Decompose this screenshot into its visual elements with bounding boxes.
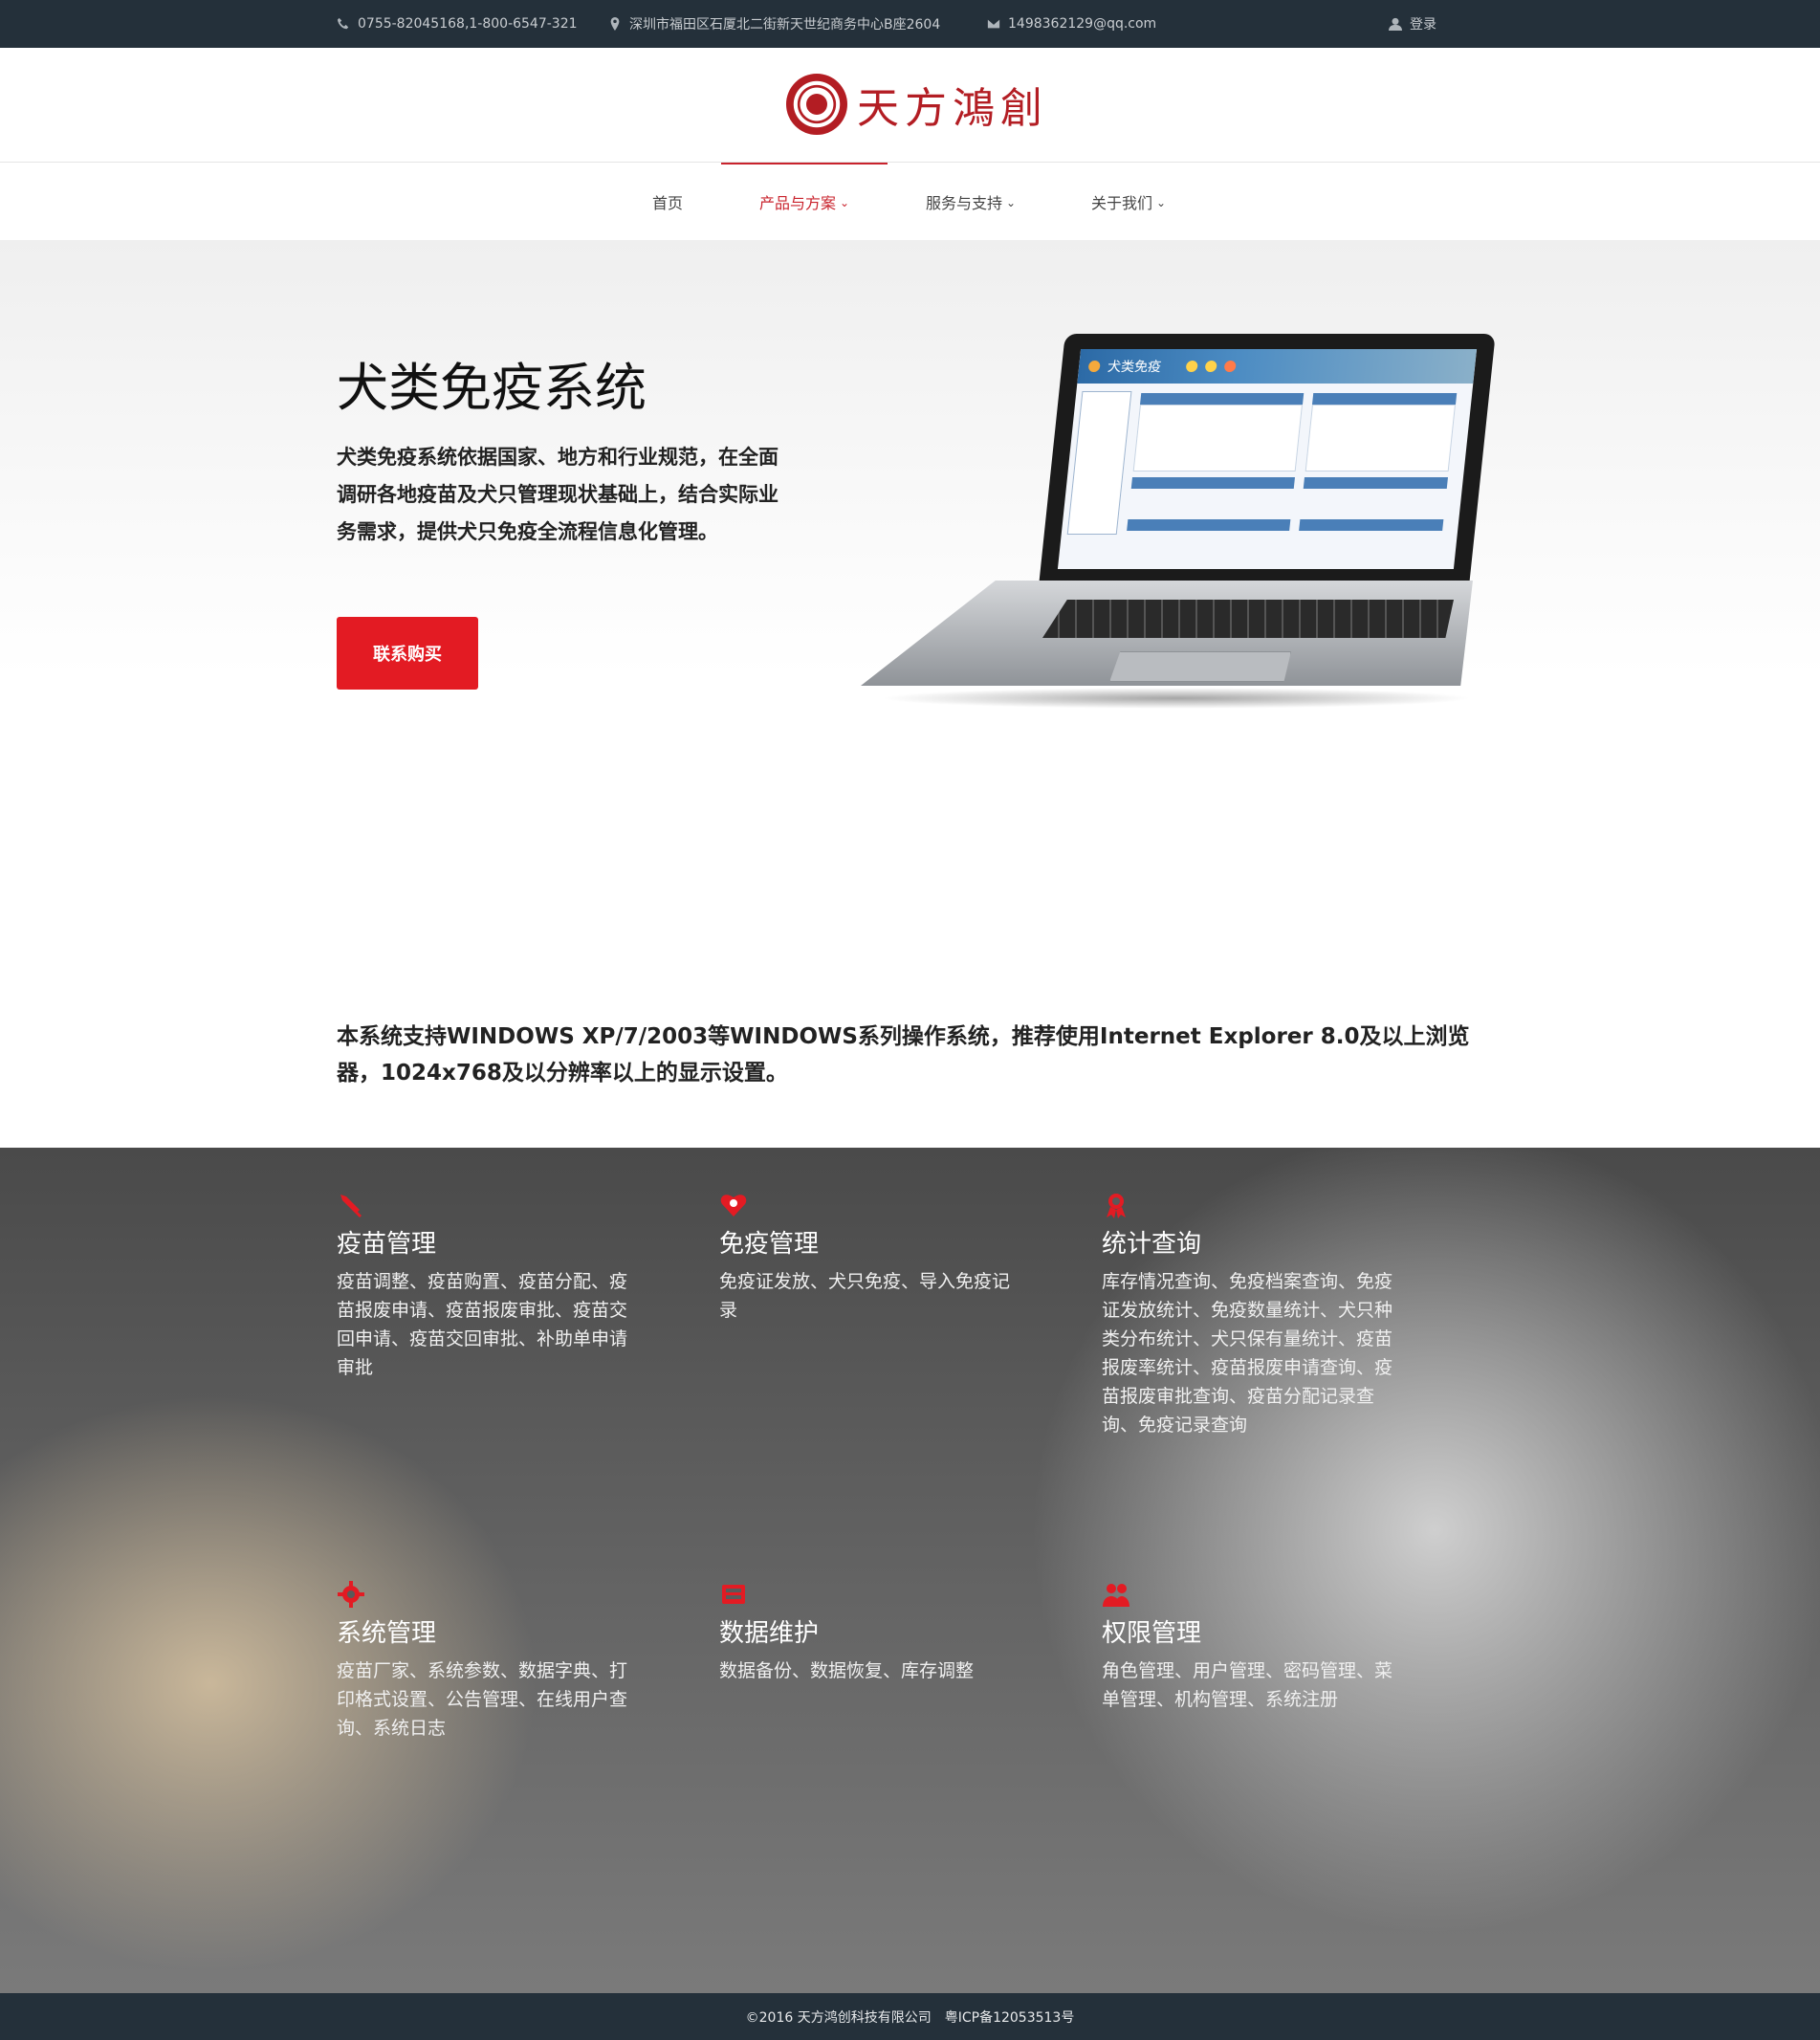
- feature-immunization-management: 免疫管理 免疫证发放、犬只免疫、导入免疫记录: [719, 1191, 1016, 1325]
- hero-description: 犬类免疫系统依据国家、地方和行业规范，在全面调研各地疫苗及犬只管理现状基础上，结…: [337, 446, 778, 543]
- map-pin-icon: [610, 17, 620, 31]
- nav-item-products[interactable]: 产品与方案 ⌄: [759, 163, 849, 240]
- software-panel-header: [1311, 393, 1458, 405]
- feature-vaccine-management: 疫苗管理 疫苗调整、疫苗购置、疫苗分配、疫苗报废申请、疫苗报废审批、疫苗交回申请…: [337, 1191, 633, 1382]
- nav-item-label: 服务与支持: [926, 193, 1003, 212]
- feature-description: 库存情况查询、免疫档案查询、免疫证发放统计、免疫数量统计、犬只种类分布统计、犬只…: [1102, 1271, 1393, 1436]
- toolbar-icon: [1204, 361, 1217, 372]
- login-link[interactable]: 登录: [1389, 0, 1436, 48]
- site-logo[interactable]: 天方鴻創: [786, 74, 1048, 135]
- user-icon: [1389, 17, 1402, 31]
- laptop-shadow: [880, 688, 1473, 709]
- feature-description: 免疫证发放、犬只免疫、导入免疫记录: [719, 1271, 1011, 1321]
- system-requirements: 本系统支持WINDOWS XP/7/2003等WINDOWS系列操作系统，推荐使…: [337, 1024, 1470, 1086]
- chevron-down-icon: ⌄: [1006, 195, 1017, 209]
- feature-data-maintenance: 数据维护 数据备份、数据恢复、库存调整: [719, 1580, 1016, 1685]
- features-section: 疫苗管理 疫苗调整、疫苗购置、疫苗分配、疫苗报废申请、疫苗报废审批、疫苗交回申请…: [0, 1148, 1820, 1993]
- site-header: 天方鴻創: [0, 48, 1820, 163]
- software-panel-header: [1303, 477, 1449, 489]
- nav-item-services[interactable]: 服务与支持 ⌄: [926, 163, 1016, 240]
- feature-system-management: 系统管理 疫苗厂家、系统参数、数据字典、打印格式设置、公告管理、在线用户查询、系…: [337, 1580, 633, 1743]
- feature-title: 免疫管理: [719, 1230, 820, 1259]
- gear-icon: [338, 1581, 364, 1608]
- laptop-product-image: 犬类免疫: [861, 334, 1496, 755]
- software-sidebar: [1066, 391, 1132, 535]
- software-panel: [1305, 405, 1456, 472]
- app-logo-icon: [1087, 361, 1101, 372]
- feature-description: 数据备份、数据恢复、库存调整: [719, 1660, 975, 1681]
- chevron-down-icon: ⌄: [1156, 195, 1167, 209]
- feature-permission-management: 权限管理 角色管理、用户管理、密码管理、菜单管理、机构管理、系统注册: [1102, 1580, 1398, 1714]
- software-screenshot: 犬类免疫: [1057, 349, 1478, 569]
- nav-item-about[interactable]: 关于我们 ⌄: [1091, 163, 1166, 240]
- icp-link[interactable]: 粤ICP备12053513号: [945, 2007, 1075, 2027]
- laptop-screen: 犬类免疫: [1039, 334, 1496, 584]
- logo-text: 天方鴻創: [857, 84, 1048, 133]
- users-icon: [1103, 1584, 1129, 1607]
- award-icon: [1107, 1194, 1126, 1218]
- feature-statistics-query: 统计查询 库存情况查询、免疫档案查询、免疫证发放统计、免疫数量统计、犬只种类分布…: [1102, 1191, 1398, 1439]
- software-panel-header: [1130, 477, 1296, 489]
- software-panel: [1132, 405, 1303, 472]
- software-panel-header: [1299, 519, 1444, 531]
- software-header: 犬类免疫: [1077, 349, 1478, 384]
- logo-seal-icon: [786, 74, 847, 135]
- feature-title: 疫苗管理: [337, 1230, 437, 1259]
- toolbar-icon: [1185, 361, 1198, 372]
- toolbar-icon: [1223, 361, 1237, 372]
- nav-item-label: 关于我们: [1091, 193, 1153, 212]
- email-text: 1498362129@qq.com: [1008, 16, 1157, 32]
- copyright-text: ©2016 天方鸿创科技有限公司: [745, 2009, 932, 2026]
- phone-info: 0755-82045168,1-800-6547-321: [337, 0, 578, 48]
- nav-item-home[interactable]: 首页: [652, 163, 683, 240]
- phone-icon: [337, 17, 349, 30]
- address-info: 深圳市福田区石厦北二街新天世纪商务中心B座2604: [608, 0, 940, 48]
- nav-item-label: 首页: [652, 193, 684, 212]
- envelope-icon: [987, 19, 1000, 29]
- hero-section: 犬类免疫系统 犬类免疫系统依据国家、地方和行业规范，在全面调研各地疫苗及犬只管理…: [0, 240, 1820, 862]
- site-footer: ©2016 天方鸿创科技有限公司 粤ICP备12053513号: [0, 1993, 1820, 2040]
- feature-title: 权限管理: [1102, 1619, 1202, 1648]
- software-panel-header: [1139, 393, 1305, 405]
- feature-description: 疫苗厂家、系统参数、数据字典、打印格式设置、公告管理、在线用户查询、系统日志: [337, 1660, 628, 1739]
- top-info-bar: 0755-82045168,1-800-6547-321 深圳市福田区石厦北二街…: [0, 0, 1820, 48]
- login-label[interactable]: 登录: [1410, 14, 1436, 33]
- contact-buy-button[interactable]: 联系购买: [337, 617, 478, 690]
- feature-description: 角色管理、用户管理、密码管理、菜单管理、机构管理、系统注册: [1102, 1660, 1393, 1710]
- laptop-keyboard: [1042, 600, 1454, 638]
- address-text: 深圳市福田区石厦北二街新天世纪商务中心B座2604: [629, 17, 941, 33]
- database-icon: [722, 1585, 745, 1604]
- email-info: 1498362129@qq.com: [987, 0, 1156, 48]
- software-title: 犬类免疫: [1107, 360, 1162, 375]
- feature-title: 数据维护: [719, 1619, 820, 1648]
- nav-item-label: 产品与方案: [759, 193, 837, 212]
- chevron-down-icon: ⌄: [840, 195, 850, 209]
- main-nav: 首页 产品与方案 ⌄ 服务与支持 ⌄ 关于我们 ⌄: [0, 163, 1820, 240]
- feature-description: 疫苗调整、疫苗购置、疫苗分配、疫苗报废申请、疫苗报废审批、疫苗交回申请、疫苗交回…: [337, 1271, 628, 1378]
- phone-text: 0755-82045168,1-800-6547-321: [358, 16, 578, 32]
- software-panel-header: [1127, 519, 1291, 531]
- syringe-icon: [340, 1195, 362, 1217]
- heart-shield-icon: [720, 1195, 747, 1217]
- feature-title: 统计查询: [1102, 1230, 1202, 1259]
- hero-title: 犬类免疫系统: [337, 358, 647, 418]
- feature-title: 系统管理: [337, 1619, 437, 1648]
- laptop-touchpad: [1109, 651, 1291, 682]
